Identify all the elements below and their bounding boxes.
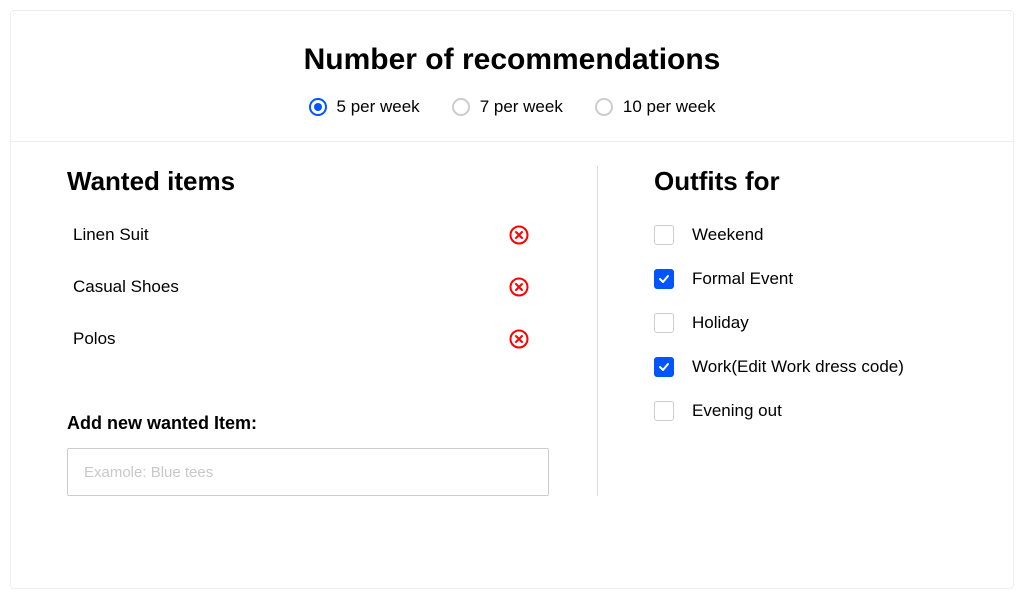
wanted-item: Casual Shoes xyxy=(73,277,549,297)
radio-icon xyxy=(595,98,613,116)
radio-label: 5 per week xyxy=(337,97,420,117)
outfit-option-weekend[interactable]: Weekend xyxy=(654,225,957,245)
wanted-item: Linen Suit xyxy=(73,225,549,245)
radio-10-per-week[interactable]: 10 per week xyxy=(595,97,716,117)
checkbox-checked-icon xyxy=(654,269,674,289)
page-title: Number of recommendations xyxy=(11,43,1013,77)
radio-label: 7 per week xyxy=(480,97,563,117)
wanted-item-name: Polos xyxy=(73,329,116,349)
checkbox-checked-icon xyxy=(654,357,674,377)
wanted-items-section: Wanted items Linen Suit Casual Shoes Pol… xyxy=(67,166,597,496)
outfit-label: Holiday xyxy=(692,313,749,333)
radio-7-per-week[interactable]: 7 per week xyxy=(452,97,563,117)
checkbox-icon xyxy=(654,313,674,333)
frequency-radio-group: 5 per week 7 per week 10 per week xyxy=(11,97,1013,117)
remove-icon[interactable] xyxy=(509,225,529,245)
outfits-section: Outfits for Weekend Formal Event Holiday xyxy=(597,166,957,496)
outfit-label: Work(Edit Work dress code) xyxy=(692,357,904,377)
wanted-list: Linen Suit Casual Shoes Polos xyxy=(67,225,549,349)
wanted-item-name: Casual Shoes xyxy=(73,277,179,297)
radio-5-per-week[interactable]: 5 per week xyxy=(309,97,420,117)
outfit-label: Formal Event xyxy=(692,269,793,289)
radio-label: 10 per week xyxy=(623,97,716,117)
recommendations-header: Number of recommendations 5 per week 7 p… xyxy=(11,43,1013,142)
radio-icon xyxy=(309,98,327,116)
outfits-heading: Outfits for xyxy=(654,166,957,197)
outfit-option-formal-event[interactable]: Formal Event xyxy=(654,269,957,289)
wanted-item-name: Linen Suit xyxy=(73,225,149,245)
checkbox-icon xyxy=(654,401,674,421)
outfit-option-holiday[interactable]: Holiday xyxy=(654,313,957,333)
add-wanted-section: Add new wanted Item: xyxy=(67,413,549,496)
checkbox-icon xyxy=(654,225,674,245)
wanted-item: Polos xyxy=(73,329,549,349)
outfit-label: Evening out xyxy=(692,401,782,421)
outfit-label: Weekend xyxy=(692,225,764,245)
outfits-list: Weekend Formal Event Holiday Wor xyxy=(654,225,957,421)
columns: Wanted items Linen Suit Casual Shoes Pol… xyxy=(11,142,1013,496)
settings-card: Number of recommendations 5 per week 7 p… xyxy=(10,10,1014,589)
radio-icon xyxy=(452,98,470,116)
outfit-option-work[interactable]: Work(Edit Work dress code) xyxy=(654,357,957,377)
outfit-option-evening-out[interactable]: Evening out xyxy=(654,401,957,421)
wanted-heading: Wanted items xyxy=(67,166,549,197)
remove-icon[interactable] xyxy=(509,329,529,349)
remove-icon[interactable] xyxy=(509,277,529,297)
add-wanted-label: Add new wanted Item: xyxy=(67,413,549,434)
add-wanted-input[interactable] xyxy=(67,448,549,496)
